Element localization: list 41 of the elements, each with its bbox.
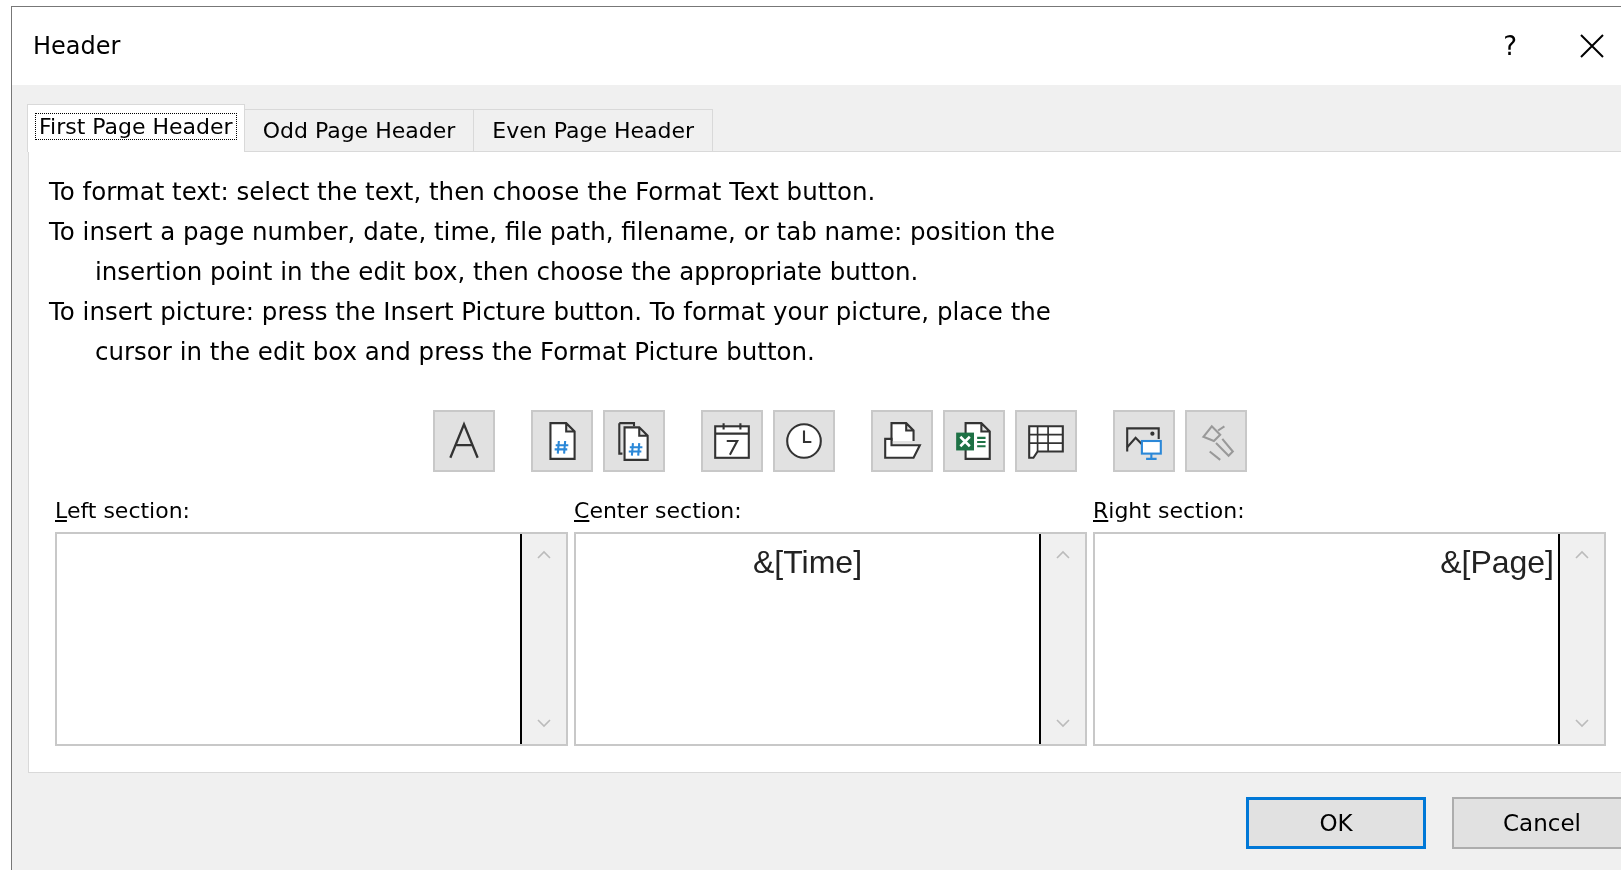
clock-icon [783, 420, 825, 462]
instruction-text: cursor in the edit box and press the Format Picture button. [94, 336, 816, 368]
instruction-text: To insert a page number, date, time, file path, filename, or tab name: position the [49, 216, 1057, 248]
chevron-down-icon [1055, 718, 1071, 728]
tab[interactable]: First Page Header [27, 104, 245, 152]
window-title: Header [33, 32, 122, 60]
file-name-button[interactable] [943, 410, 1005, 472]
page-number-button[interactable] [531, 410, 593, 472]
insert-picture-button[interactable] [1113, 410, 1175, 472]
field-code-text: &[Time] [752, 544, 862, 581]
chevron-down-icon [536, 718, 552, 728]
chevron-down-icon [1574, 718, 1590, 728]
dialog-button[interactable]: Cancel [1452, 797, 1621, 849]
help-button[interactable]: ? [1503, 31, 1517, 61]
page-count-button[interactable] [603, 410, 665, 472]
section-label: Left section: [55, 498, 192, 525]
tab[interactable]: Even Page Header [473, 109, 713, 151]
chevron-up-icon [536, 550, 552, 560]
chevron-up-icon [1055, 550, 1071, 560]
calendar-icon [711, 420, 753, 462]
scrollbar[interactable] [1558, 534, 1604, 744]
field-code-text: &[Page] [1440, 544, 1554, 581]
sheet-name-button[interactable] [1015, 410, 1077, 472]
time-button[interactable] [773, 410, 835, 472]
dialog-button[interactable]: OK [1246, 797, 1426, 849]
chevron-up-icon [1574, 550, 1590, 560]
scrollbar[interactable] [1039, 534, 1085, 744]
format-text-button[interactable] [433, 410, 495, 472]
instruction-text: To format text: select the text, then choose the Format Text button. [49, 176, 877, 208]
instruction-text: insertion point in the edit box, then choose the appropriate button. [94, 256, 920, 288]
folder-page-icon [881, 420, 923, 462]
scrollbar[interactable] [520, 534, 566, 744]
section-label: Right section: [1093, 498, 1246, 525]
section-edit-box[interactable]: &[Page] [1093, 532, 1606, 746]
date-button[interactable] [701, 410, 763, 472]
section-label: Center section: [574, 498, 743, 525]
close-button[interactable] [1579, 33, 1605, 59]
file-path-button[interactable] [871, 410, 933, 472]
section-edit-box[interactable]: &[Time] [574, 532, 1087, 746]
instruction-text: To insert picture: press the Insert Picture button. To format your picture, place the [49, 296, 1052, 328]
close-icon [1579, 33, 1605, 59]
